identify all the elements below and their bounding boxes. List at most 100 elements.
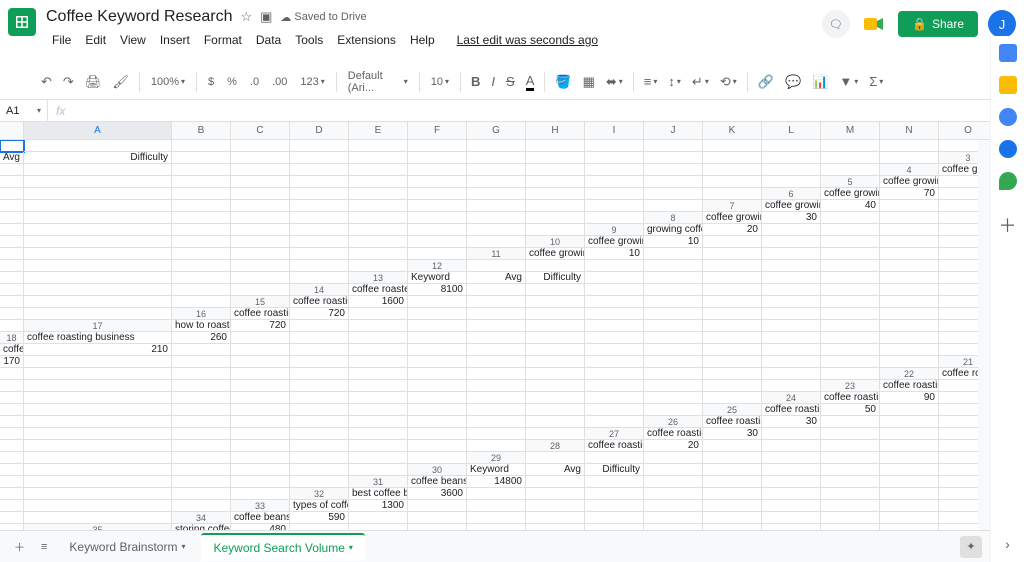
cell[interactable] <box>0 272 24 284</box>
cell[interactable]: coffee roasting profiles <box>821 392 880 404</box>
cell[interactable] <box>231 188 290 200</box>
cell[interactable]: coffee roasting equipment <box>231 308 290 320</box>
cell[interactable] <box>703 368 762 380</box>
row-header[interactable]: 5 <box>821 176 880 188</box>
cell[interactable] <box>349 200 408 212</box>
cell[interactable]: coffee growing climate <box>703 212 762 224</box>
cell[interactable] <box>349 404 408 416</box>
cell[interactable] <box>24 248 172 260</box>
fill-color-icon[interactable]: 🪣 <box>550 70 576 94</box>
cell[interactable]: coffee beans <box>408 476 467 488</box>
cell[interactable] <box>585 212 644 224</box>
cell[interactable] <box>467 200 526 212</box>
row-header[interactable]: 10 <box>526 236 585 248</box>
cell[interactable] <box>526 344 585 356</box>
cell[interactable] <box>467 488 526 500</box>
cell[interactable] <box>762 176 821 188</box>
column-header[interactable]: E <box>349 122 408 140</box>
cell[interactable] <box>408 320 467 332</box>
cell[interactable] <box>762 476 821 488</box>
row-header[interactable]: 30 <box>408 464 467 476</box>
cell[interactable] <box>644 344 703 356</box>
cell[interactable] <box>24 488 172 500</box>
cell[interactable] <box>526 380 585 392</box>
cell[interactable] <box>762 368 821 380</box>
cell[interactable]: 3600 <box>408 488 467 500</box>
row-header[interactable]: 16 <box>172 308 231 320</box>
cell[interactable] <box>290 248 349 260</box>
cell[interactable] <box>644 488 703 500</box>
cell[interactable] <box>349 236 408 248</box>
comment-history-icon[interactable]: 🗨 <box>822 10 850 38</box>
zoom-dropdown[interactable]: 100%▾ <box>145 72 191 92</box>
cell[interactable]: Difficulty <box>526 272 585 284</box>
cell[interactable] <box>0 164 24 176</box>
cell[interactable] <box>172 176 231 188</box>
cell[interactable] <box>762 452 821 464</box>
cell[interactable] <box>821 272 880 284</box>
cell[interactable]: Difficulty <box>24 152 172 164</box>
cell[interactable] <box>172 212 231 224</box>
cell[interactable] <box>231 164 290 176</box>
row-header[interactable]: 34 <box>172 512 231 524</box>
cell[interactable] <box>172 140 231 152</box>
cell[interactable] <box>0 176 24 188</box>
cell[interactable] <box>762 164 821 176</box>
cell[interactable] <box>585 164 644 176</box>
account-avatar[interactable]: J <box>988 10 1016 38</box>
cell[interactable]: 1600 <box>349 296 408 308</box>
paint-format-icon[interactable]: 🖌 <box>107 70 134 94</box>
maps-icon[interactable] <box>999 172 1017 190</box>
cell[interactable] <box>762 236 821 248</box>
cell[interactable] <box>762 320 821 332</box>
cell[interactable] <box>467 356 526 368</box>
vertical-scrollbar[interactable] <box>978 140 990 530</box>
cell[interactable]: growing coffee in a greenhouse <box>644 224 703 236</box>
cell[interactable] <box>644 476 703 488</box>
cell[interactable]: coffee roasting process <box>0 344 24 356</box>
cell[interactable] <box>290 164 349 176</box>
cell[interactable] <box>0 260 24 272</box>
column-header[interactable]: G <box>467 122 526 140</box>
cell[interactable] <box>644 248 703 260</box>
cell[interactable] <box>644 380 703 392</box>
row-header[interactable]: 22 <box>880 368 939 380</box>
cell[interactable] <box>585 392 644 404</box>
row-header[interactable]: 12 <box>408 260 467 272</box>
cell[interactable] <box>821 248 880 260</box>
cell[interactable] <box>762 344 821 356</box>
cell[interactable] <box>703 176 762 188</box>
cell[interactable] <box>24 476 172 488</box>
cell[interactable] <box>172 488 231 500</box>
cell[interactable] <box>0 188 24 200</box>
row-header[interactable]: 32 <box>290 488 349 500</box>
cell[interactable] <box>585 176 644 188</box>
cell[interactable] <box>231 344 290 356</box>
move-icon[interactable]: ▣ <box>260 9 272 25</box>
cell[interactable] <box>231 356 290 368</box>
cell[interactable] <box>231 152 290 164</box>
cell[interactable] <box>349 380 408 392</box>
cell[interactable] <box>644 188 703 200</box>
menu-tools[interactable]: Tools <box>289 30 329 50</box>
cell[interactable] <box>585 476 644 488</box>
cell[interactable] <box>526 308 585 320</box>
row-header[interactable]: 24 <box>762 392 821 404</box>
cell[interactable] <box>0 320 24 332</box>
cell[interactable] <box>0 392 24 404</box>
cell[interactable]: types of coffee beans <box>290 500 349 512</box>
font-size-dropdown[interactable]: 10▾ <box>425 72 455 92</box>
cell[interactable] <box>24 380 172 392</box>
cell[interactable] <box>526 392 585 404</box>
cell[interactable] <box>172 260 231 272</box>
cell[interactable]: 170 <box>0 356 24 368</box>
cell[interactable]: how to roast coffee <box>172 320 231 332</box>
column-header[interactable]: D <box>290 122 349 140</box>
cell[interactable] <box>467 152 526 164</box>
cell[interactable] <box>24 176 172 188</box>
cell[interactable] <box>290 320 349 332</box>
sheets-logo[interactable] <box>8 8 36 36</box>
all-sheets-icon[interactable]: ≡ <box>35 537 53 557</box>
bold-icon[interactable]: B <box>466 70 485 93</box>
cell[interactable] <box>172 224 231 236</box>
